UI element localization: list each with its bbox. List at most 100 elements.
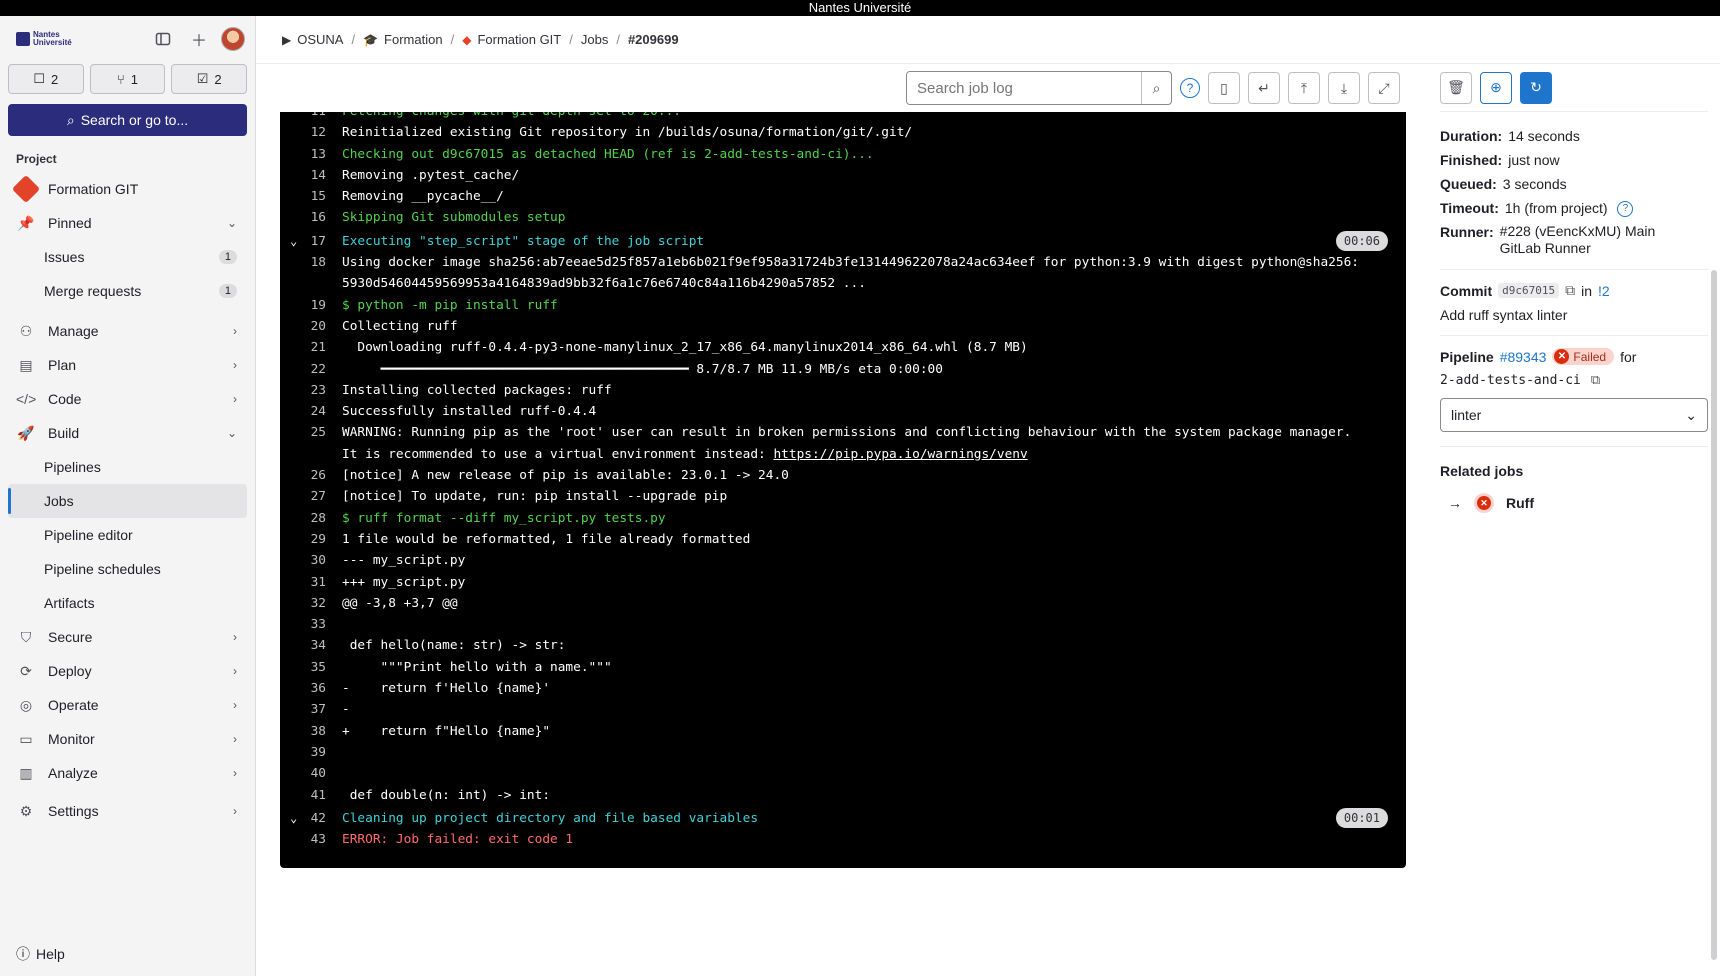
line-number[interactable]: 32 (280, 593, 342, 614)
copy-icon[interactable]: ⧉ (1591, 373, 1600, 388)
help-link[interactable]: ⓘ Help (16, 944, 65, 964)
page-scrollbar[interactable] (1711, 270, 1717, 960)
sidebar-item-code[interactable]: </> Code › (8, 382, 247, 416)
line-number[interactable]: 19 (280, 295, 342, 316)
line-number[interactable]: 21 (280, 337, 342, 358)
create-new-icon[interactable]: ＋ (185, 25, 213, 53)
log-text: Cleaning up project directory and file b… (342, 810, 759, 826)
user-avatar[interactable] (221, 27, 245, 51)
status-badge[interactable]: ✕ Failed (1552, 348, 1615, 365)
line-number[interactable]: 15 (280, 186, 342, 207)
help-icon[interactable]: ? (1617, 201, 1634, 218)
line-number[interactable]: 22 (280, 359, 342, 380)
new-issue-button[interactable]: ⊕ (1480, 71, 1512, 104)
line-number[interactable]: 16 (280, 207, 342, 228)
breadcrumb-formation[interactable]: 🎓 Formation (363, 32, 442, 47)
line-number[interactable]: 40 (280, 763, 342, 784)
todos-button[interactable]: ☑ 2 (171, 64, 248, 94)
sidebar-item-build[interactable]: 🚀 Build ⌄ (8, 416, 247, 450)
scroll-top-icon[interactable]: ⤒ (1288, 72, 1320, 104)
retry-job-button[interactable]: ↻ (1520, 71, 1552, 104)
collapse-section-icon[interactable]: ⌄ (290, 808, 297, 829)
line-number[interactable]: 34 (280, 635, 342, 656)
breadcrumb-job-id[interactable]: #209699 (628, 32, 679, 47)
collapse-section-icon[interactable]: ⌄ (290, 231, 297, 252)
sidebar-item-manage[interactable]: ⚇ Manage › (8, 314, 247, 348)
git-icon: ◆ (462, 32, 472, 47)
log-link[interactable]: https://pip.pypa.io/warnings/venv (773, 447, 1027, 462)
sidebar-item-pipeline-editor[interactable]: Pipeline editor (8, 518, 247, 552)
sidebar-item-operate[interactable]: ◎ Operate › (8, 688, 247, 722)
erase-log-button[interactable]: 🗑 (1440, 71, 1472, 104)
chevron-down-icon: ⌄ (226, 426, 237, 440)
line-number[interactable]: 29 (280, 529, 342, 550)
wrap-lines-icon[interactable]: ↵ (1248, 72, 1280, 104)
sidebar-item-pipeline-schedules[interactable]: Pipeline schedules (8, 552, 247, 586)
search-job-log-input[interactable] (907, 72, 1141, 104)
breadcrumb-osuna[interactable]: ▶ OSUNA (282, 32, 343, 47)
line-number[interactable]: 35 (280, 657, 342, 678)
line-number[interactable]: 33 (280, 614, 342, 635)
line-number[interactable]: 43 (280, 829, 342, 850)
sidebar-item-monitor[interactable]: ▭ Monitor › (8, 722, 247, 756)
line-number[interactable]: 26 (280, 465, 342, 486)
sidebar-item-issues[interactable]: Issues 1 (8, 240, 247, 274)
secure-label: Secure (48, 629, 93, 645)
sidebar-item-pipelines[interactable]: Pipelines (8, 450, 247, 484)
line-number[interactable]: 37 (280, 699, 342, 720)
commit-sha-link[interactable]: d9c67015 (1498, 283, 1560, 298)
line-number[interactable]: 23 (280, 380, 342, 401)
pin-icon: 📌 (17, 214, 35, 231)
line-number[interactable]: 24 (280, 401, 342, 422)
help-icon[interactable]: ? (1180, 78, 1200, 98)
code-icon: </> (16, 391, 37, 407)
merge-request-link[interactable]: !2 (1598, 283, 1610, 299)
pinned-section[interactable]: 📌 Pinned ⌄ (8, 206, 247, 240)
related-job-ruff[interactable]: → ✕ Ruff (1440, 493, 1708, 513)
line-number[interactable]: 13 (280, 144, 342, 165)
sidebar-item-deploy[interactable]: ⟳ Deploy › (8, 654, 247, 688)
sidebar-item-artifacts[interactable]: Artifacts (8, 586, 247, 620)
pipeline-link[interactable]: #89343 (1500, 349, 1547, 365)
issues-icon: ☐ (33, 71, 46, 86)
merge-requests-button[interactable]: ⑂ 1 (89, 64, 166, 94)
logo-text: Nantes Université (33, 30, 72, 47)
line-number[interactable]: 12 (280, 122, 342, 143)
line-number[interactable]: 20 (280, 316, 342, 337)
sidebar-item-analyze[interactable]: ▥ Analyze › (8, 756, 247, 790)
sidebar-item-merge-requests[interactable]: Merge requests 1 (8, 274, 247, 308)
line-number[interactable]: 27 (280, 486, 342, 507)
breadcrumb-jobs[interactable]: Jobs (581, 32, 608, 47)
line-number[interactable]: 14 (280, 165, 342, 186)
stage-select[interactable]: linter ⌄ (1440, 398, 1708, 432)
toggle-sidebar-icon[interactable] (149, 25, 177, 53)
raw-log-icon[interactable]: ▯ (1208, 72, 1240, 104)
line-number[interactable]: 31 (280, 572, 342, 593)
fullscreen-icon[interactable]: ⤢ (1368, 72, 1400, 104)
university-logo[interactable]: Nantes Université (16, 29, 72, 49)
scroll-bottom-icon[interactable]: ⤓ (1328, 72, 1360, 104)
search-icon[interactable]: ⌕ (1141, 72, 1171, 104)
assigned-issues-button[interactable]: ☐ 2 (8, 64, 84, 94)
line-number[interactable] (280, 273, 342, 294)
line-number[interactable]: 38 (280, 721, 342, 742)
line-number[interactable]: 39 (280, 742, 342, 763)
sidebar-item-jobs[interactable]: Jobs (8, 484, 247, 518)
line-number[interactable]: 41 (280, 785, 342, 806)
sidebar-item-settings[interactable]: ⚙ Settings › (8, 794, 247, 828)
job-duration: Duration: 14 seconds (1440, 124, 1708, 148)
line-number[interactable] (280, 444, 342, 465)
line-number[interactable]: 11 (280, 112, 342, 122)
sidebar-item-plan[interactable]: ▤ Plan › (8, 348, 247, 382)
line-number[interactable]: 28 (280, 508, 342, 529)
branch-link[interactable]: 2-add-tests-and-ci (1440, 373, 1581, 388)
breadcrumb-formation-git[interactable]: ◆ Formation GIT (462, 32, 561, 47)
line-number[interactable]: 30 (280, 550, 342, 571)
project-link[interactable]: Formation GIT (8, 172, 247, 206)
line-number[interactable]: 36 (280, 678, 342, 699)
search-or-go-button[interactable]: ⌕ Search or go to... (8, 104, 247, 136)
line-number[interactable]: 25 (280, 422, 342, 443)
sidebar-item-secure[interactable]: ⛉ Secure › (8, 620, 247, 654)
line-number[interactable]: 18 (280, 252, 342, 273)
copy-icon[interactable]: ⧉ (1565, 282, 1575, 299)
